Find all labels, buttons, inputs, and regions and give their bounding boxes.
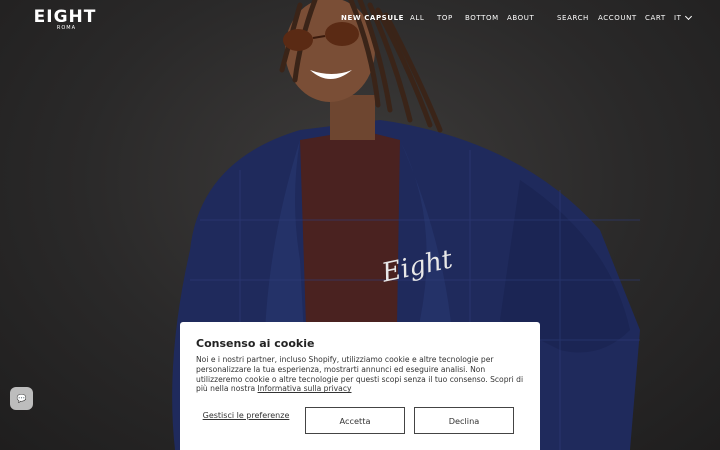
- chevron-down-icon: [684, 12, 692, 21]
- accept-button[interactable]: Accetta: [305, 407, 405, 434]
- manage-preferences-button[interactable]: Gestisci le preferenze: [196, 411, 296, 421]
- chat-bubble-icon: 💬: [16, 394, 27, 403]
- nav-item-account[interactable]: ACCOUNT: [598, 14, 637, 22]
- cookie-body-text: Noi e i nostri partner, incluso Shopify,…: [196, 355, 524, 394]
- nav-item-cart[interactable]: CART: [645, 14, 666, 22]
- cookie-actions: Gestisci le preferenze Accetta Declina: [196, 407, 514, 434]
- cookie-title: Consenso ai cookie: [196, 337, 315, 350]
- nav-item-bottom[interactable]: BOTTOM: [465, 14, 499, 22]
- decline-button[interactable]: Declina: [414, 407, 514, 434]
- cookie-consent-banner: Consenso ai cookie Noi e i nostri partne…: [180, 322, 540, 450]
- language-selector[interactable]: IT: [674, 12, 692, 22]
- nav-item-new-capsule[interactable]: NEW CAPSULE: [341, 14, 404, 22]
- chat-button[interactable]: 💬: [10, 387, 33, 410]
- language-label: IT: [674, 14, 682, 22]
- header: EIGHT ROMA NEW CAPSULE ALL TOP BOTTOM AB…: [0, 0, 720, 38]
- brand-logo[interactable]: EIGHT ROMA: [32, 7, 98, 32]
- nav-item-top[interactable]: TOP: [437, 14, 453, 22]
- privacy-link[interactable]: Informativa sulla privacy: [258, 384, 352, 393]
- nav-item-search[interactable]: SEARCH: [557, 14, 589, 22]
- nav-item-about[interactable]: ABOUT: [507, 14, 534, 22]
- nav-item-all[interactable]: ALL: [410, 14, 424, 22]
- cookie-body: Noi e i nostri partner, incluso Shopify,…: [196, 355, 524, 394]
- brand-name: EIGHT: [33, 7, 97, 27]
